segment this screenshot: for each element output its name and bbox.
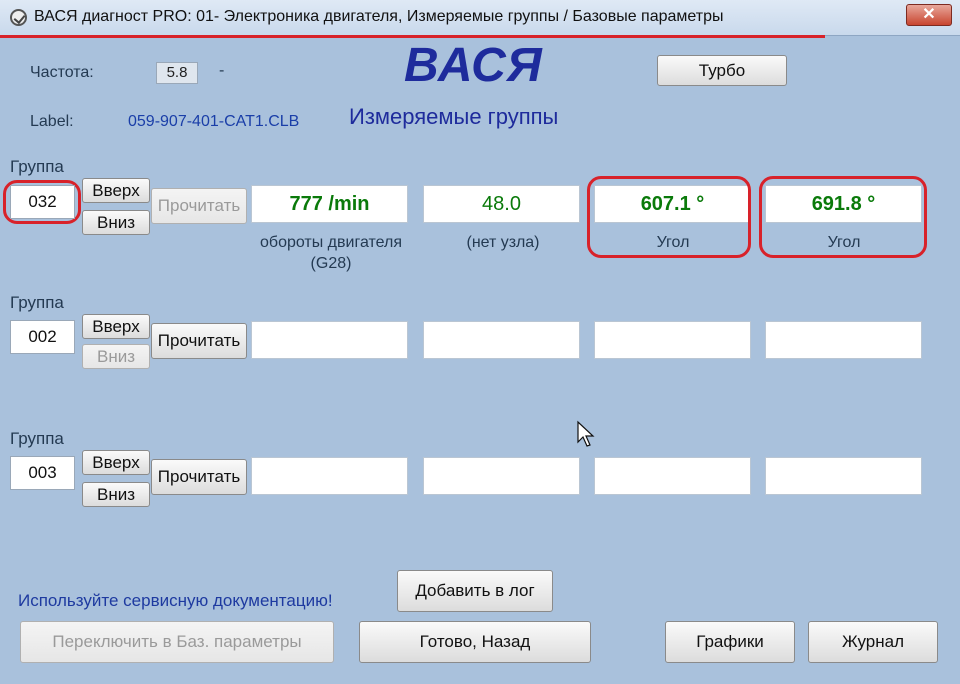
group-1-label: Группа xyxy=(10,157,64,176)
app-icon xyxy=(10,9,27,26)
label-caption: Label: xyxy=(30,113,74,130)
group-1-caption-1: обороты двигателя (G28) xyxy=(260,234,402,272)
group-3-down-button[interactable]: Вниз xyxy=(82,482,150,507)
window-title: ВАСЯ диагност PRO: 01- Электроника двига… xyxy=(34,8,724,25)
group-1-up-button[interactable]: Вверх xyxy=(82,178,150,203)
group-2-label: Группа xyxy=(10,293,64,312)
frequency-value: 5.8 xyxy=(156,62,198,84)
group-3-label: Группа xyxy=(10,429,64,448)
journal-button[interactable]: Журнал xyxy=(808,621,938,663)
group-3-field-2 xyxy=(423,457,580,495)
mouse-cursor-icon xyxy=(577,420,595,447)
group-2-read-button[interactable]: Прочитать xyxy=(151,323,247,359)
frequency-label: Частота: xyxy=(30,64,94,81)
label-filename: 059-907-401-CAT1.CLB xyxy=(128,113,300,130)
group-1-read-button[interactable]: Прочитать xyxy=(151,188,247,224)
group-2-field-4 xyxy=(765,321,922,359)
group-2-number-input[interactable]: 002 xyxy=(10,320,75,354)
close-button[interactable]: ✕ xyxy=(906,4,952,26)
graphs-button[interactable]: Графики xyxy=(665,621,795,663)
done-back-button[interactable]: Готово, Назад xyxy=(359,621,591,663)
field-3-highlight xyxy=(587,176,751,258)
group-1-field-1: 777 /min xyxy=(251,185,408,223)
group-1-number-input[interactable]: 032 xyxy=(10,185,75,219)
group-1-field-2: 48.0 xyxy=(423,185,580,223)
switch-basic-params-button[interactable]: Переключить в Баз. параметры xyxy=(20,621,334,663)
group-2-field-3 xyxy=(594,321,751,359)
app-logo: ВАСЯ xyxy=(404,39,543,92)
group-3-up-button[interactable]: Вверх xyxy=(82,450,150,475)
service-docs-hint: Используйте сервисную документацию! xyxy=(18,591,333,610)
group-1-down-button[interactable]: Вниз xyxy=(82,210,150,235)
group-3-field-4 xyxy=(765,457,922,495)
add-to-log-button[interactable]: Добавить в лог xyxy=(397,570,553,612)
title-bar: ВАСЯ диагност PRO: 01- Электроника двига… xyxy=(0,0,960,36)
group-2-up-button[interactable]: Вверх xyxy=(82,314,150,339)
turbo-button[interactable]: Турбо xyxy=(657,55,787,86)
field-4-highlight xyxy=(759,176,927,258)
group-3-field-1 xyxy=(251,457,408,495)
group-3-field-3 xyxy=(594,457,751,495)
frequency-dash: - xyxy=(219,62,225,79)
group-3-read-button[interactable]: Прочитать xyxy=(151,459,247,495)
group-3-number-input[interactable]: 003 xyxy=(10,456,75,490)
page-title: Измеряемые группы xyxy=(349,104,559,129)
group-2-field-1 xyxy=(251,321,408,359)
group-2-field-2 xyxy=(423,321,580,359)
group-1-caption-2: (нет узла) xyxy=(466,234,540,251)
group-2-down-button[interactable]: Вниз xyxy=(82,344,150,369)
